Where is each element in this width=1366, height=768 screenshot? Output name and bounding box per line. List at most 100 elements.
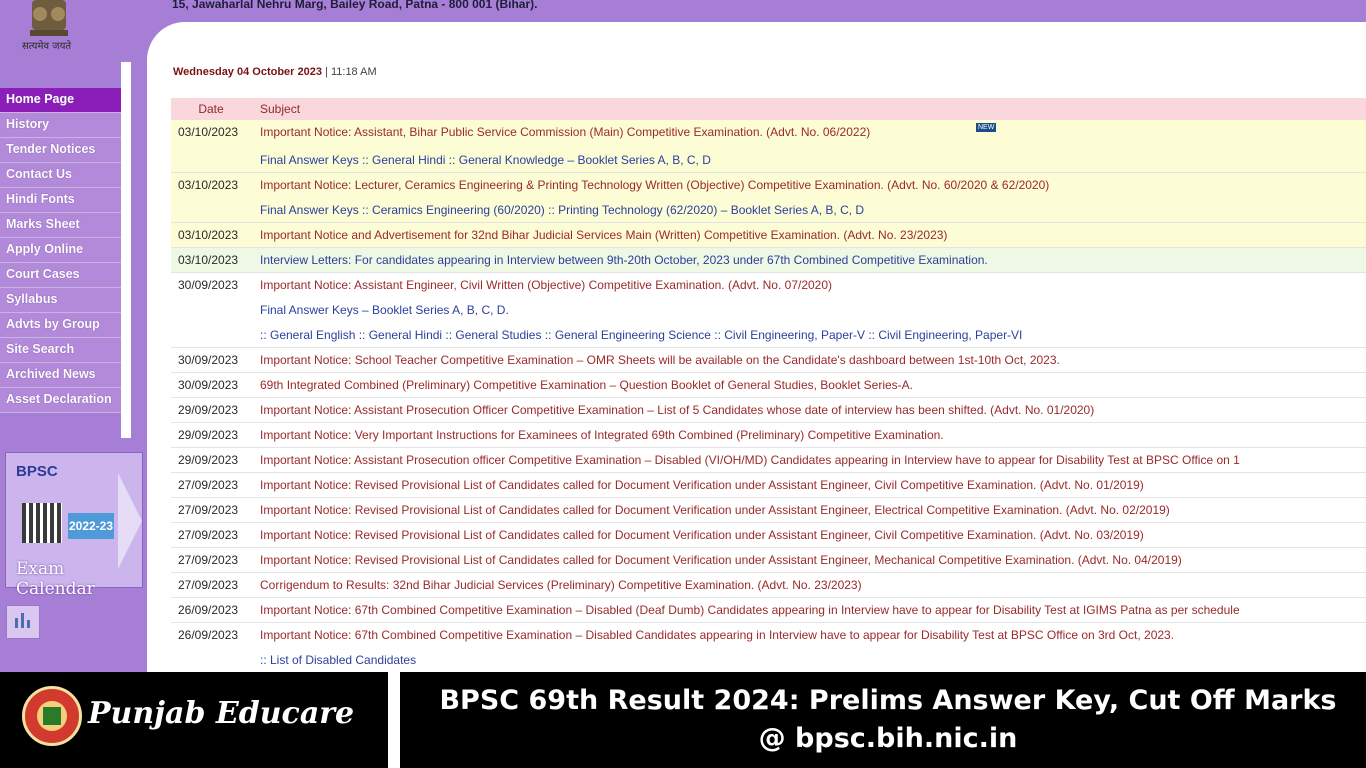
footer-divider (388, 672, 400, 768)
notice-link[interactable]: Important Notice: School Teacher Competi… (260, 353, 1366, 367)
notice-link[interactable]: Important Notice: Revised Provisional Li… (260, 478, 1366, 492)
row-subject: Important Notice: Assistant Prosecution … (257, 398, 1366, 422)
headline-line-2: @ bpsc.bih.nic.in (758, 723, 1018, 754)
column-subject: Subject (260, 102, 301, 116)
notice-link[interactable]: 69th Integrated Combined (Preliminary) C… (260, 378, 1366, 392)
sidebar-item-home-page[interactable]: Home Page (0, 88, 121, 113)
table-row: 30/09/2023 69th Integrated Combined (Prel… (171, 373, 1366, 398)
table-row: 27/09/2023 Important Notice: Revised Prov… (171, 523, 1366, 548)
notice-sublink[interactable]: Final Answer Keys :: General Hindi :: Ge… (260, 153, 1366, 167)
datetime-separator: | (325, 66, 328, 78)
headline: BPSC 69th Result 2024: Prelims Answer Ke… (410, 682, 1366, 758)
row-subject: Important Notice: School Teacher Competi… (257, 348, 1366, 372)
row-date: 30/09/2023 (178, 378, 239, 392)
notice-link[interactable]: Important Notice: Assistant, Bihar Publi… (260, 125, 1366, 139)
notice-link[interactable]: Interview Letters: For candidates appear… (260, 253, 1366, 267)
calendar-year: 2022-23 (68, 513, 114, 539)
notice-link[interactable]: Important Notice: 67th Combined Competit… (260, 628, 1366, 642)
notice-link[interactable]: Important Notice: Assistant Prosecution … (260, 453, 1366, 467)
notice-sublink[interactable]: :: List of Disabled Candidates (260, 653, 1366, 667)
row-subject: Important Notice: Revised Provisional Li… (257, 523, 1366, 547)
table-row: 26/09/2023 Important Notice: 67th Combine… (171, 598, 1366, 623)
row-date: 30/09/2023 (178, 353, 239, 367)
brand-name: Punjab Educare (88, 696, 355, 731)
row-subject: Important Notice: Assistant, Bihar Publi… (257, 120, 1366, 172)
sidebar-item-history[interactable]: History (0, 113, 121, 138)
sidebar-item-asset-declaration[interactable]: Asset Declaration (0, 388, 121, 413)
sidebar-item-court-cases[interactable]: Court Cases (0, 263, 121, 288)
sidebar-item-site-search[interactable]: Site Search (0, 338, 121, 363)
row-subject: Important Notice: Revised Provisional Li… (257, 548, 1366, 572)
row-date: 03/10/2023 (178, 253, 239, 267)
new-badge: NEW (976, 123, 997, 133)
table-row: 27/09/2023 Important Notice: Revised Prov… (171, 548, 1366, 573)
current-datetime: Wednesday 04 October 2023 | 11:18 AM (173, 66, 377, 78)
row-subject: 69th Integrated Combined (Preliminary) C… (257, 373, 1366, 397)
emblem-icon: सत्यमेव जयते (10, 0, 88, 54)
current-date: Wednesday 04 October 2023 (173, 66, 322, 78)
table-row: 30/09/2023 Important Notice: School Teach… (171, 348, 1366, 373)
sidebar-item-syllabus[interactable]: Syllabus (0, 288, 121, 313)
notice-link[interactable]: Important Notice: Assistant Prosecution … (260, 403, 1366, 417)
notice-link[interactable]: Important Notice: 67th Combined Competit… (260, 603, 1366, 617)
sidebar-item-archived-news[interactable]: Archived News (0, 363, 121, 388)
row-date: 30/09/2023 (178, 278, 239, 292)
main-content: Wednesday 04 October 2023 | 11:18 AM Dat… (147, 22, 1366, 682)
sidebar-item-contact-us[interactable]: Contact Us (0, 163, 121, 188)
notice-sublink[interactable]: Final Answer Keys :: Ceramics Engineerin… (260, 203, 1366, 217)
row-date: 03/10/2023 (178, 228, 239, 242)
notice-sublink[interactable]: :: General English :: General Hindi :: G… (260, 328, 1366, 342)
row-date: 27/09/2023 (178, 503, 239, 517)
column-date: Date (198, 102, 224, 116)
table-row: 03/10/2023 Important Notice and Advertise… (171, 223, 1366, 248)
emblem-motto: सत्यमेव जयते (22, 41, 72, 52)
exam-calendar-banner[interactable]: BPSC 2022-23 Exam Calendar (5, 452, 143, 599)
row-subject: Interview Letters: For candidates appear… (257, 248, 1366, 272)
row-date: 03/10/2023 (178, 125, 239, 139)
sidebar-item-advts-by-group[interactable]: Advts by Group (0, 313, 121, 338)
top-bar: 15, Jawaharlal Nehru Marg, Bailey Road, … (0, 0, 1366, 20)
row-date: 27/09/2023 (178, 528, 239, 542)
calendar-title: BPSC (16, 463, 58, 480)
table-row: 03/10/2023 Important Notice: Assistant, B… (171, 120, 1366, 173)
row-subject: Important Notice: Assistant Engineer, Ci… (257, 273, 1366, 347)
sidebar-item-marks-sheet[interactable]: Marks Sheet (0, 213, 121, 238)
notice-link[interactable]: Corrigendum to Results: 32nd Bihar Judic… (260, 578, 1366, 592)
notices-table: Date Subject 03/10/2023 Important Notice:… (171, 98, 1366, 673)
row-subject: Important Notice: Very Important Instruc… (257, 423, 1366, 447)
sidebar-item-apply-online[interactable]: Apply Online (0, 238, 121, 263)
table-row: 27/09/2023 Important Notice: Revised Prov… (171, 498, 1366, 523)
row-subject: Important Notice: Revised Provisional Li… (257, 473, 1366, 497)
calendar-label: Exam Calendar (16, 559, 95, 599)
footer-banner: Punjab Educare BPSC 69th Result 2024: Pr… (0, 672, 1366, 768)
notice-link[interactable]: Important Notice: Revised Provisional Li… (260, 553, 1366, 567)
notice-sublink[interactable]: Final Answer Keys – Booklet Series A, B,… (260, 303, 1366, 317)
notice-link[interactable]: Important Notice: Lecturer, Ceramics Eng… (260, 178, 1366, 192)
office-address: 15, Jawaharlal Nehru Marg, Bailey Road, … (172, 0, 538, 11)
row-date: 26/09/2023 (178, 628, 239, 642)
table-row: 27/09/2023 Corrigendum to Results: 32nd B… (171, 573, 1366, 598)
current-time: 11:18 AM (330, 66, 377, 78)
row-subject: Important Notice: 67th Combined Competit… (257, 598, 1366, 622)
row-date: 27/09/2023 (178, 578, 239, 592)
row-date: 29/09/2023 (178, 453, 239, 467)
table-row: 03/10/2023 Important Notice: Lecturer, Ce… (171, 173, 1366, 223)
table-body: 03/10/2023 Important Notice: Assistant, B… (171, 120, 1366, 673)
notice-link[interactable]: Important Notice: Assistant Engineer, Ci… (260, 278, 1366, 292)
bar-chart-icon[interactable] (6, 605, 40, 639)
calendar-grid-icon (22, 503, 62, 543)
row-date: 03/10/2023 (178, 178, 239, 192)
row-date: 27/09/2023 (178, 553, 239, 567)
row-subject: Important Notice: 67th Combined Competit… (257, 623, 1366, 672)
notice-link[interactable]: Important Notice and Advertisement for 3… (260, 228, 1366, 242)
sidebar-menu: Home Page History Tender Notices Contact Us… (0, 88, 130, 413)
notice-link[interactable]: Important Notice: Very Important Instruc… (260, 428, 1366, 442)
notice-link[interactable]: Important Notice: Revised Provisional Li… (260, 528, 1366, 542)
row-date: 27/09/2023 (178, 478, 239, 492)
row-subject: Important Notice and Advertisement for 3… (257, 223, 1366, 247)
notice-link[interactable]: Important Notice: Revised Provisional Li… (260, 503, 1366, 517)
punjab-educare-logo (22, 686, 82, 746)
table-row: 29/09/2023 Important Notice: Very Importa… (171, 423, 1366, 448)
sidebar-item-tender-notices[interactable]: Tender Notices (0, 138, 121, 163)
sidebar-item-hindi-fonts[interactable]: Hindi Fonts (0, 188, 121, 213)
